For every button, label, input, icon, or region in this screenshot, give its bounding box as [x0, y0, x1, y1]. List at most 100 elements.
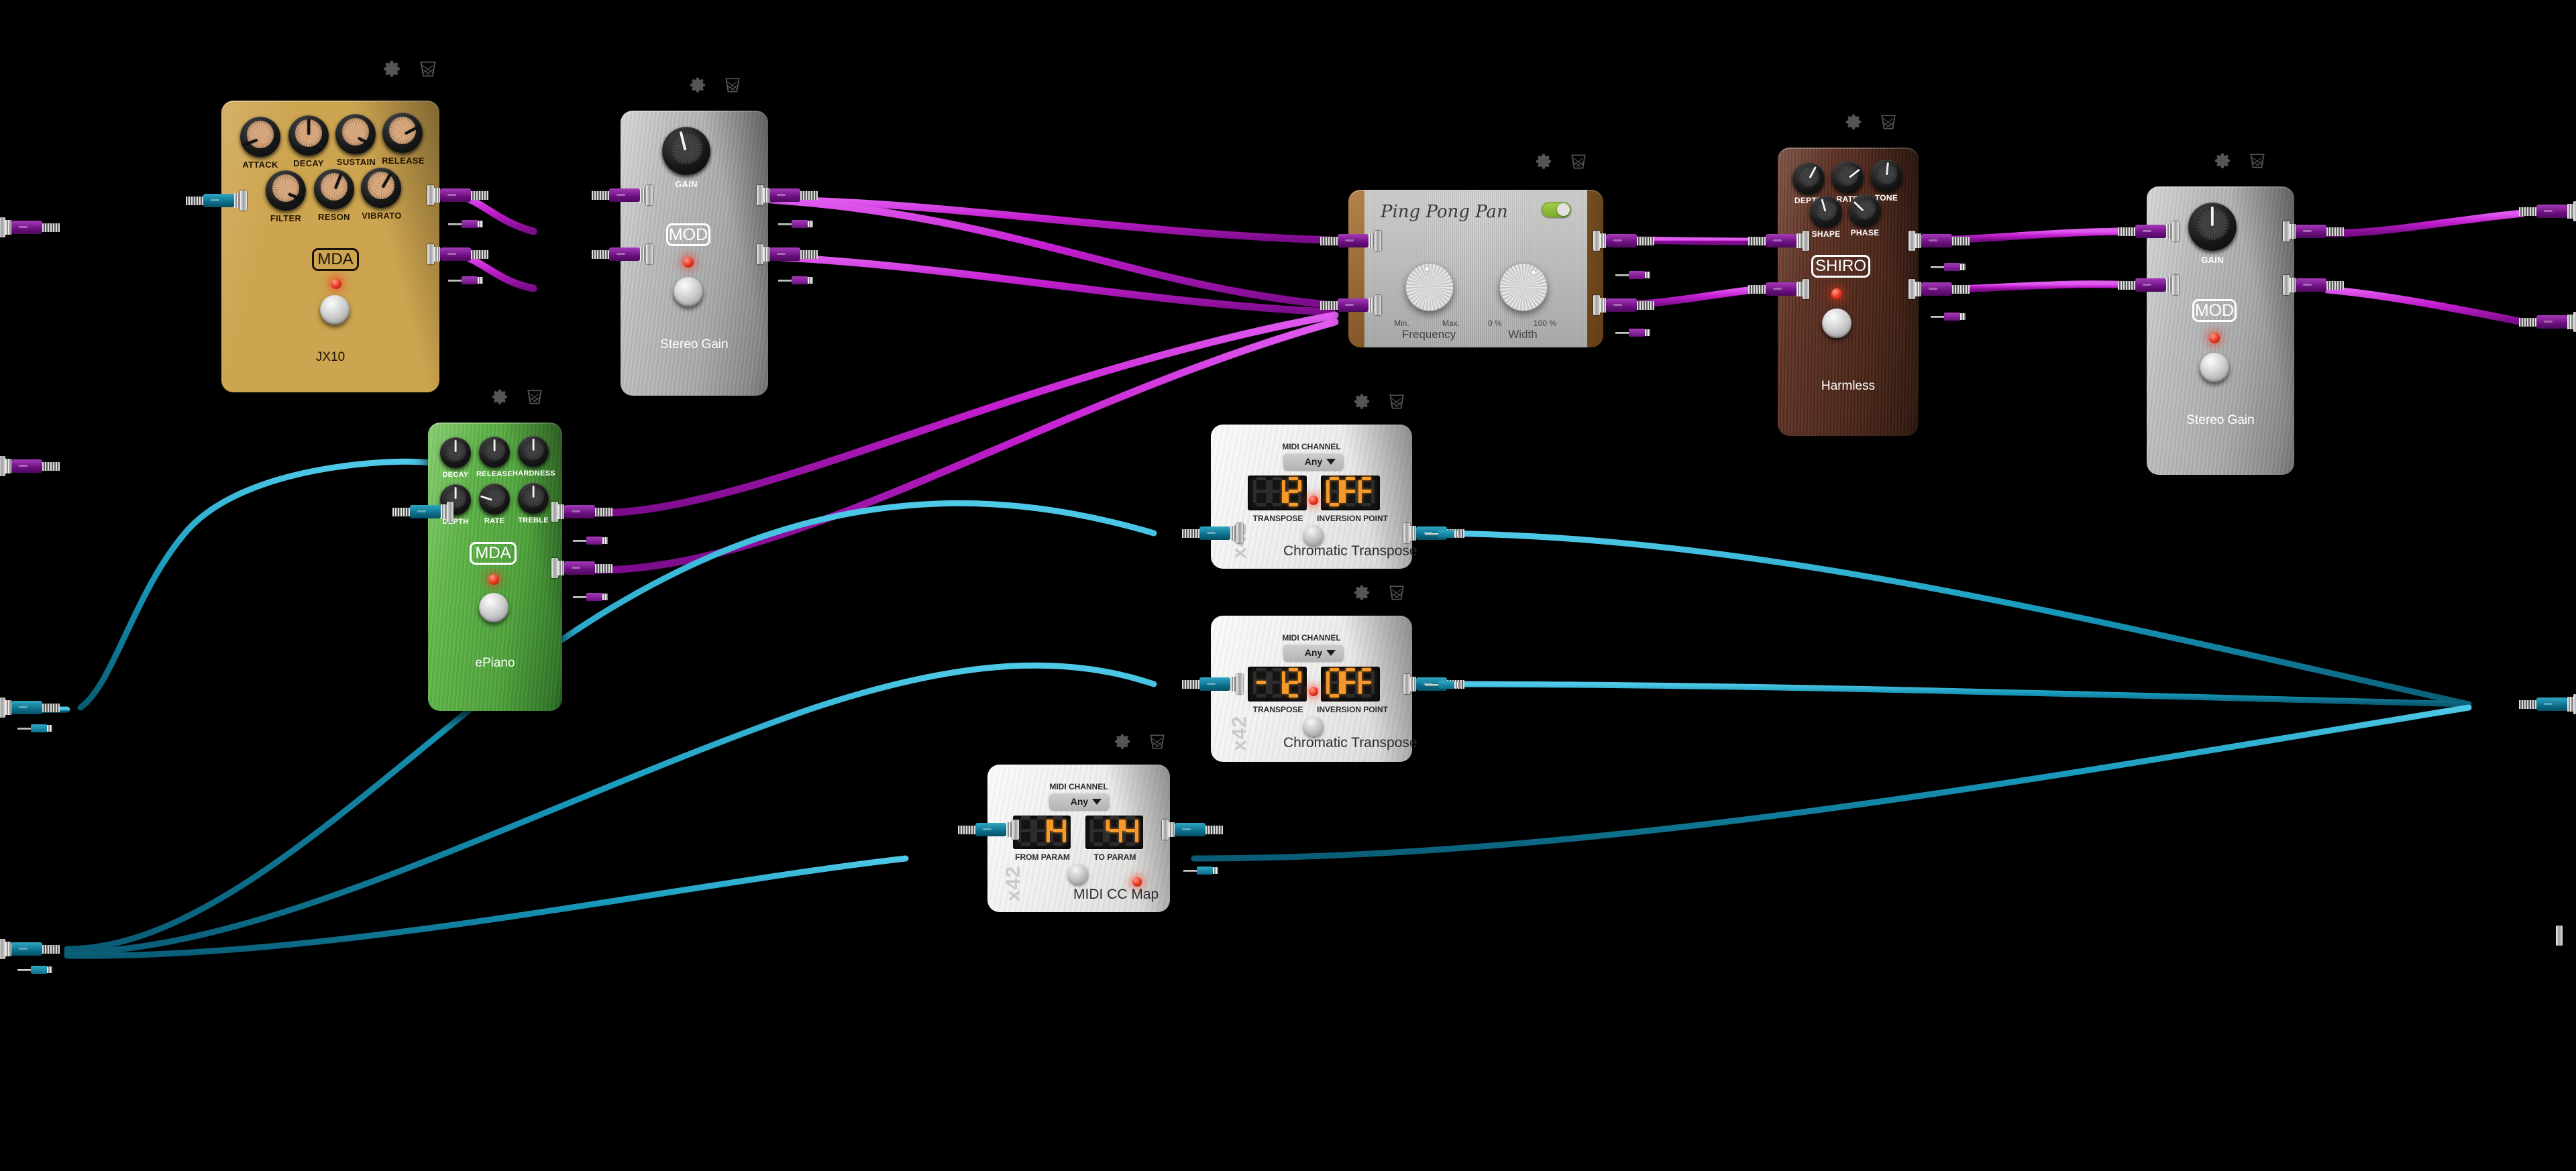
sg2-out-l[interactable]	[2283, 221, 2344, 241]
sg1-out-r[interactable]	[757, 244, 818, 264]
input-minijack-midi-2[interactable]	[17, 966, 52, 974]
jx10-minijack-2[interactable]	[448, 276, 483, 284]
ppp-minijack-1[interactable]	[1615, 271, 1650, 279]
knob-release[interactable]	[479, 437, 510, 467]
to-param-display[interactable]	[1085, 816, 1143, 849]
pedalboard-canvas[interactable]: ATTACK DECAY SUSTAIN RELEASE FILTER RESO…	[0, 0, 2576, 1171]
sg2-in-r[interactable]	[2118, 275, 2179, 295]
knob-sustain[interactable]	[335, 114, 376, 154]
hl-in-l[interactable]	[1748, 231, 1809, 251]
input-jack-midi-1[interactable]	[0, 698, 60, 718]
knob-hardness[interactable]	[518, 436, 549, 467]
sg2-in-l[interactable]	[2118, 221, 2179, 241]
knob-frequency[interactable]	[1405, 263, 1454, 311]
pedal-jx10[interactable]: ATTACK DECAY SUSTAIN RELEASE FILTER RESO…	[221, 60, 439, 392]
transpose-display[interactable]	[1248, 476, 1307, 510]
ep-minijack-2[interactable]	[573, 593, 608, 601]
knob-gain[interactable]	[2188, 203, 2237, 251]
output-jack-midi-1[interactable]	[2519, 694, 2576, 714]
trash-icon[interactable]	[1880, 113, 1897, 131]
output-jack-audio-1[interactable]	[2519, 201, 2576, 221]
hl-out-l[interactable]	[1909, 231, 1970, 251]
gear-icon[interactable]	[1114, 733, 1131, 750]
gear-icon[interactable]	[1845, 113, 1862, 131]
ep-minijack-1[interactable]	[573, 537, 608, 545]
sg1-minijack-1[interactable]	[778, 220, 813, 228]
trash-icon[interactable]	[526, 388, 543, 406]
module-ct1-tools[interactable]	[1353, 392, 1405, 411]
trash-icon[interactable]	[1570, 152, 1587, 171]
knob-tone[interactable]	[1870, 160, 1902, 192]
pedal-epiano[interactable]: DECAY RELEASE HARDNESS DEPTH RATE TREBLE…	[428, 389, 562, 711]
pedal-epiano-tools[interactable]	[491, 388, 543, 406]
knob-reson[interactable]	[314, 169, 354, 209]
knob-gain[interactable]	[662, 127, 710, 175]
output-jack-spare[interactable]	[2556, 926, 2563, 946]
jx10-in-midi[interactable]	[186, 190, 247, 211]
ep-out-l[interactable]	[551, 502, 612, 522]
knob-shape[interactable]	[1810, 196, 1842, 228]
input-minijack-midi-1[interactable]	[17, 724, 52, 732]
footswitch[interactable]	[320, 295, 350, 325]
footswitch[interactable]	[674, 277, 703, 306]
ppp-out-r[interactable]	[1593, 295, 1654, 315]
knob-depth[interactable]	[1792, 162, 1825, 194]
knob-phase[interactable]	[1849, 194, 1881, 227]
pedal-harmless-tools[interactable]	[1845, 113, 1897, 131]
input-jack-audio-2[interactable]	[0, 456, 60, 476]
trash-icon[interactable]	[1388, 583, 1405, 602]
ppp-in-r[interactable]	[1320, 295, 1381, 315]
trash-icon[interactable]	[2249, 152, 2266, 170]
gear-icon[interactable]	[382, 60, 401, 78]
module-chromatic-transpose-1[interactable]: MIDI CHANNEL Any TRANSPOSE INVERSION POI…	[1211, 394, 1417, 569]
knob-rate[interactable]	[1831, 161, 1864, 193]
jx10-minijack-1[interactable]	[448, 220, 483, 228]
trash-icon[interactable]	[1388, 392, 1405, 411]
footswitch[interactable]	[1303, 716, 1324, 736]
sg2-out-r[interactable]	[2283, 275, 2344, 295]
midi-channel-select[interactable]: Any	[1283, 453, 1344, 470]
jx10-out-audio-l[interactable]	[427, 185, 488, 205]
inversion-point-display[interactable]	[1321, 476, 1380, 510]
from-param-display[interactable]	[1013, 816, 1071, 849]
knob-width[interactable]	[1499, 263, 1548, 311]
trash-icon[interactable]	[724, 76, 741, 95]
footswitch[interactable]	[2200, 353, 2229, 382]
ppp-in-l[interactable]	[1320, 231, 1381, 251]
gear-icon[interactable]	[1353, 393, 1371, 410]
jx10-out-audio-r[interactable]	[427, 244, 488, 264]
ppp-minijack-2[interactable]	[1615, 329, 1650, 337]
sg1-minijack-2[interactable]	[778, 276, 813, 284]
ep-out-r[interactable]	[551, 558, 612, 578]
gear-icon[interactable]	[2214, 152, 2231, 170]
knob-vibrato[interactable]	[361, 168, 401, 208]
footswitch[interactable]	[479, 593, 508, 622]
hl-minijack-1[interactable]	[1931, 263, 1966, 271]
input-jack-audio-1[interactable]	[0, 217, 60, 237]
transpose-display[interactable]	[1248, 667, 1307, 702]
gear-icon[interactable]	[491, 388, 508, 406]
ct1-minijack[interactable]	[1425, 530, 1460, 538]
pedal-ping-pong-pan-tools[interactable]	[1535, 152, 1587, 171]
ep-in-midi[interactable]	[392, 502, 453, 522]
knob-decay[interactable]	[440, 437, 471, 468]
footswitch[interactable]	[1068, 864, 1088, 884]
knob-treble[interactable]	[518, 483, 549, 514]
knob-decay[interactable]	[288, 115, 329, 156]
trash-icon[interactable]	[419, 59, 437, 79]
input-jack-midi-2[interactable]	[0, 939, 60, 959]
trash-icon[interactable]	[1148, 732, 1166, 751]
knob-release[interactable]	[382, 113, 423, 153]
ccmap-out-midi[interactable]	[1162, 820, 1223, 840]
gear-icon[interactable]	[1535, 153, 1552, 170]
module-ct2-tools[interactable]	[1353, 583, 1405, 602]
pedal-stereo-gain-1-tools[interactable]	[689, 76, 741, 95]
sg1-in-l[interactable]	[592, 185, 653, 205]
hl-in-r[interactable]	[1748, 279, 1809, 299]
ct1-in-midi[interactable]	[1182, 523, 1243, 543]
inversion-point-display[interactable]	[1321, 667, 1380, 702]
knob-filter[interactable]	[266, 170, 306, 211]
sg1-in-r[interactable]	[592, 244, 653, 264]
pedal-ping-pong-pan[interactable]: Ping Pong Pan Min. Max. Frequency 0 % 10…	[1348, 154, 1603, 347]
ppp-out-l[interactable]	[1593, 231, 1654, 251]
